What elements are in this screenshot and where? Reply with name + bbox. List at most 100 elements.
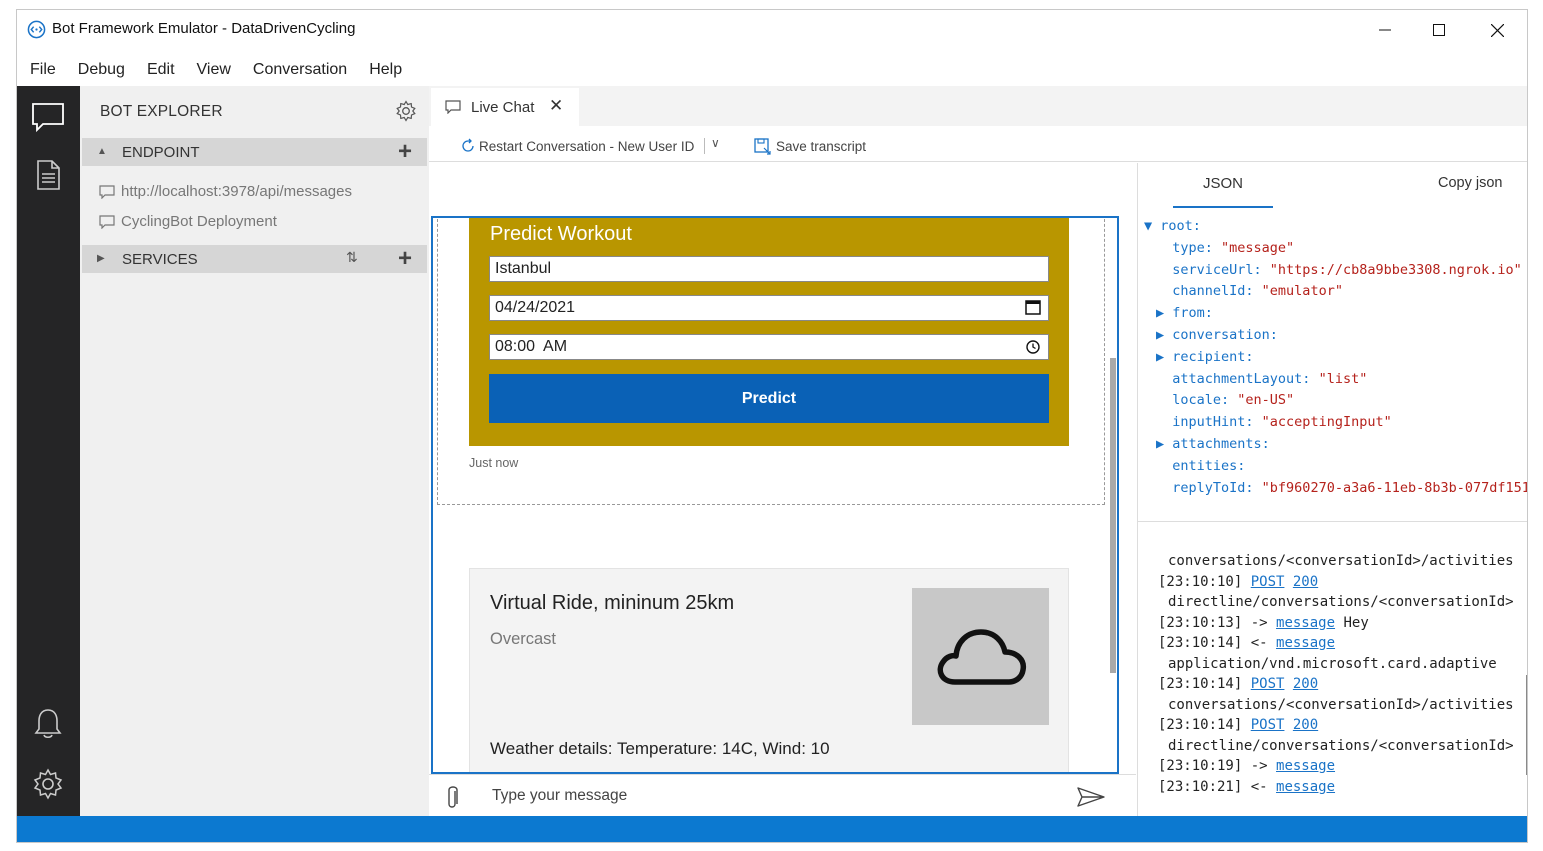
menu-edit[interactable]: Edit <box>136 61 186 79</box>
log-link[interactable]: message <box>1276 635 1335 651</box>
time-input[interactable]: 08:00 AM <box>489 334 1049 360</box>
save-icon <box>754 138 771 155</box>
main-area: Live Chat ✕ Restart Conversation - New U… <box>429 86 1527 816</box>
chat-bubble-icon <box>99 184 115 199</box>
log-link[interactable]: message <box>1276 615 1335 631</box>
ride-weather-details: Weather details: Temperature: 14C, Wind:… <box>490 739 830 758</box>
copy-json-button[interactable]: Copy json <box>1438 175 1502 191</box>
add-endpoint-button[interactable]: + <box>398 138 412 166</box>
log-link[interactable]: POST <box>1251 574 1285 590</box>
tab-json[interactable]: JSON <box>1173 163 1273 208</box>
log-status-link[interactable]: 200 <box>1293 717 1318 733</box>
json-tree: ▼ root: type: "message" serviceUrl: "htt… <box>1144 218 1527 508</box>
log-entry: [23:10:14] <- message <box>1158 635 1335 651</box>
add-service-button[interactable]: + <box>398 245 412 273</box>
log-link[interactable]: POST <box>1251 717 1285 733</box>
json-key: inputHint: <box>1156 414 1262 431</box>
menu-debug[interactable]: Debug <box>67 61 136 79</box>
restart-conversation-button[interactable]: Restart Conversation - New User ID <box>460 138 694 154</box>
log-scrollbar[interactable] <box>1526 675 1527 775</box>
attachment-icon[interactable] <box>443 785 461 811</box>
save-transcript-button[interactable]: Save transcript <box>754 138 866 155</box>
date-input[interactable]: 04/24/2021 <box>489 295 1049 321</box>
tab-live-chat[interactable]: Live Chat ✕ <box>431 86 579 126</box>
json-row: type: "message" <box>1156 240 1294 256</box>
refresh-icon <box>462 138 474 152</box>
menu-view[interactable]: View <box>186 61 242 79</box>
message-input[interactable]: Type your message <box>492 787 627 805</box>
menu-help[interactable]: Help <box>358 61 413 79</box>
explorer-settings-icon[interactable] <box>395 100 417 122</box>
close-button[interactable] <box>1469 10 1525 50</box>
document-icon[interactable] <box>31 158 65 192</box>
json-key: ▼ root: <box>1144 218 1201 234</box>
json-value: "message" <box>1221 239 1295 256</box>
calendar-icon[interactable] <box>1024 298 1042 316</box>
endpoint-section-header[interactable]: ▲ ENDPOINT + <box>82 138 427 166</box>
json-row: attachmentLayout: "list" <box>1156 371 1367 387</box>
send-icon[interactable] <box>1077 787 1105 807</box>
city-input[interactable]: Istanbul <box>489 256 1049 282</box>
inspector-divider[interactable] <box>1138 521 1527 522</box>
json-value: "acceptingInput" <box>1261 414 1392 431</box>
window-title: Bot Framework Emulator - DataDrivenCycli… <box>52 20 356 37</box>
chat-transcript[interactable]: Predict Workout Istanbul 04/24/2021 08:0… <box>431 216 1119 774</box>
json-row[interactable]: ▶ attachments: <box>1156 436 1270 452</box>
gear-icon[interactable] <box>31 767 65 801</box>
endpoint-item-localhost[interactable]: http://localhost:3978/api/messages <box>99 183 352 200</box>
clock-icon[interactable] <box>1024 337 1042 355</box>
json-row[interactable]: ▶ from: <box>1156 305 1213 321</box>
log-link[interactable]: message <box>1276 758 1335 774</box>
bot-explorer: BOT EXPLORER ▲ ENDPOINT + http://localho… <box>80 86 429 816</box>
activity-timestamp: Just now <box>469 456 519 470</box>
json-key: type: <box>1156 239 1222 256</box>
minimize-button[interactable] <box>1357 10 1413 50</box>
date-value: 04/24/2021 <box>495 299 576 316</box>
nav-rail <box>17 86 80 816</box>
restart-options-dropdown[interactable]: ∨ <box>711 136 720 150</box>
chat-icon[interactable] <box>31 100 65 134</box>
expand-icon: ▶ <box>97 253 105 264</box>
predict-workout-card: Predict Workout Istanbul 04/24/2021 08:0… <box>469 218 1069 446</box>
endpoint-section-label: ENDPOINT <box>122 144 200 161</box>
close-icon <box>1490 23 1504 37</box>
json-value: "emulator" <box>1261 283 1343 300</box>
bell-icon[interactable] <box>31 706 65 740</box>
log-entry: [23:10:14] POST 200 <box>1158 676 1318 692</box>
json-row[interactable]: ▶ conversation: <box>1156 327 1278 343</box>
endpoint-label: http://localhost:3978/api/messages <box>121 183 352 200</box>
ride-title: Virtual Ride, mininum 25km <box>490 592 735 614</box>
services-section-header[interactable]: ▶ SERVICES ⇅ + <box>82 245 427 273</box>
log-entry: directline/conversations/<conversationId… <box>1168 594 1514 610</box>
json-row: inputHint: "acceptingInput" <box>1156 414 1392 431</box>
json-key: ▶ conversation: <box>1156 327 1278 343</box>
log-entry: conversations/<conversationId>/activitie… <box>1168 553 1514 569</box>
tab-close-button[interactable]: ✕ <box>549 96 563 116</box>
log-status-link[interactable]: 200 <box>1293 676 1318 692</box>
json-row[interactable]: ▶ recipient: <box>1156 349 1254 365</box>
log-time: [23:10:14] <box>1158 676 1251 692</box>
json-row[interactable]: ▼ root: <box>1144 218 1201 234</box>
log-time: [23:10:10] <box>1158 573 1251 590</box>
ride-weather-summary: Overcast <box>490 630 557 648</box>
menu-conversation[interactable]: Conversation <box>242 61 358 79</box>
json-key: serviceUrl: <box>1156 261 1270 278</box>
log-link[interactable]: message <box>1276 779 1335 795</box>
json-row: replyToId: "bf960270-a3a6-11eb-8b3b-077d… <box>1156 480 1527 496</box>
log-entry: conversations/<conversationId>/activitie… <box>1168 697 1514 713</box>
log-time: [23:10:19] -> <box>1158 758 1277 774</box>
json-row: entities: <box>1156 458 1245 474</box>
emulator-window: Bot Framework Emulator - DataDrivenCycli… <box>16 9 1528 843</box>
predict-button[interactable]: Predict <box>489 374 1049 423</box>
endpoint-item-deployment[interactable]: CyclingBot Deployment <box>99 213 277 230</box>
tab-strip: Live Chat ✕ <box>429 86 1527 126</box>
maximize-button[interactable] <box>1411 10 1467 50</box>
log-time: [23:10:21] <- <box>1158 778 1277 795</box>
chat-scrollbar[interactable] <box>1110 358 1116 673</box>
log-status-link[interactable]: 200 <box>1293 574 1318 590</box>
sort-services-button[interactable]: ⇅ <box>346 249 358 266</box>
json-value: "list" <box>1318 370 1368 387</box>
log-entry: [23:10:13] -> message Hey <box>1158 615 1369 631</box>
menu-file[interactable]: File <box>17 61 67 79</box>
log-link[interactable]: POST <box>1251 676 1285 692</box>
